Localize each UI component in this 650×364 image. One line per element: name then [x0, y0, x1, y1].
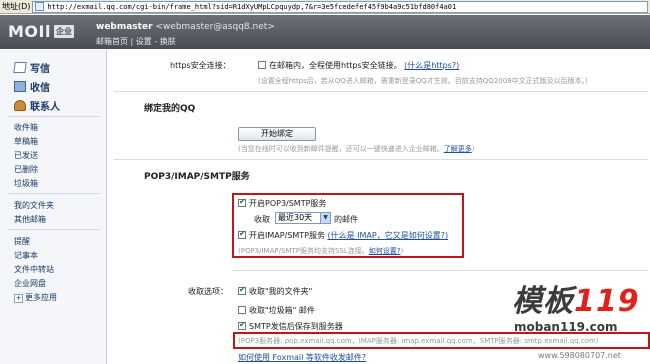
sidebar-item-compose[interactable]: 写信 — [13, 60, 50, 75]
sidebar-item-my-folders[interactable]: 我的文件夹 — [14, 200, 54, 211]
address-bar: 地址(D) http://exmail.qq.com/cgi-bin/frame… — [0, 0, 650, 14]
save-sent-checkbox[interactable] — [238, 320, 246, 330]
receive-label: 收取 — [254, 215, 270, 224]
receive-range-value: 最近30天 — [278, 213, 313, 222]
sidebar-item-cloud-disk[interactable]: 企业网盘 — [14, 278, 46, 289]
sidebar-divider — [8, 116, 100, 117]
https-checkbox[interactable] — [258, 60, 266, 69]
address-input[interactable]: http://exmail.qq.com/cgi-bin/frame_html?… — [32, 0, 648, 13]
pop-option[interactable]: 开启POP3/SMTP服务 — [238, 197, 327, 209]
watermark: 模板119 moban119.com www.598080707.net — [508, 262, 650, 364]
bind-note-text: (当您在线时可以收到新邮件提醒，还可以一键快速进入企业邮箱。 — [238, 145, 444, 153]
sidebar-item-sent[interactable]: 已发送 — [14, 150, 38, 161]
watermark-text: 模板 — [512, 284, 574, 319]
foxmail-help-link-text[interactable]: 如何使用 Foxmail 等软件收发邮件? — [238, 353, 366, 362]
https-label: https安全连接： — [170, 61, 231, 70]
option-junk-label: 收取"垃圾箱" 邮件 — [249, 306, 315, 315]
inbox-icon — [14, 81, 26, 92]
ssl-note-end: ) — [400, 247, 404, 255]
sidebar-item-deleted[interactable]: 已删除 — [14, 164, 38, 175]
bind-note-end: ) — [471, 145, 475, 153]
sidebar-item-contacts[interactable]: 联系人 — [14, 98, 60, 113]
ssl-setup-link[interactable]: 如何设置? — [369, 247, 401, 255]
mail-header: MOIl 企业 webmaster <webmaster@asqq8.net> … — [0, 15, 650, 49]
https-help-link[interactable]: (什么是https?) — [404, 61, 459, 70]
option-my-folders-label: 收取"我的文件夹" — [249, 287, 313, 296]
logo-badge: 企业 — [53, 24, 74, 38]
bind-qq-heading: 绑定我的QQ — [144, 104, 196, 114]
my-folders-checkbox[interactable] — [238, 285, 246, 295]
watermark-number: 119 — [574, 284, 640, 319]
sidebar-item-inbox[interactable]: 收信 — [14, 79, 50, 94]
sidebar-divider — [8, 229, 100, 230]
pop-smtp-heading: POP3/IMAP/SMTP服务 — [144, 172, 250, 182]
header-links[interactable]: 邮箱首页 | 设置 - 换肤 — [96, 36, 176, 47]
imap-checkbox[interactable] — [238, 229, 246, 239]
address-label: 地址(D) — [2, 2, 31, 11]
learn-more-link[interactable]: 了解更多 — [444, 145, 472, 153]
receive-range-select[interactable]: 最近30天 ▼ — [275, 212, 331, 224]
sidebar-item-label: 收信 — [30, 83, 50, 94]
address-url[interactable]: http://exmail.qq.com/cgi-bin/frame_html?… — [47, 3, 456, 11]
account-name: webmaster — [96, 22, 153, 32]
imap-option[interactable]: 开启IMAP/SMTP服务 (什么是 IMAP，它又是如何设置?) — [238, 229, 449, 241]
start-bind-button[interactable]: 开始绑定 — [238, 127, 316, 141]
sidebar-item-drafts[interactable]: 草稿箱 — [14, 136, 38, 147]
compose-icon — [13, 62, 27, 73]
imap-help-link[interactable]: (什么是 IMAP，它又是如何设置?) — [328, 231, 449, 240]
chevron-down-icon[interactable]: ▼ — [320, 213, 330, 223]
bind-note: (当您在线时可以收到新邮件提醒，还可以一键快速进入企业邮箱。了解更多) — [238, 144, 474, 154]
watermark-url: www.598080707.net — [538, 351, 621, 360]
receive-suffix: 的邮件 — [334, 215, 358, 224]
ssl-note: (POP3/IMAP/SMTP服务均支持SSL连接。如何设置?) — [238, 246, 403, 256]
https-option[interactable]: 在邮箱内，全程使用https安全链接。 (什么是https?) — [258, 60, 459, 71]
option-junk[interactable]: 收取"垃圾箱" 邮件 — [238, 305, 315, 316]
sidebar-item-other-mailboxes[interactable]: 其他邮箱 — [14, 214, 46, 225]
sidebar-divider — [8, 193, 100, 194]
ssl-note-text: (POP3/IMAP/SMTP服务均支持SSL连接。 — [238, 247, 369, 255]
receive-options-label: 收取选项： — [188, 287, 228, 296]
section-divider — [114, 91, 648, 92]
https-option-label: 在邮箱内，全程使用https安全链接。 — [269, 61, 402, 70]
option-save-sent-label: SMTP发信后保存到服务器 — [249, 322, 343, 331]
pop-checkbox[interactable] — [238, 197, 246, 207]
account-info: webmaster <webmaster@asqq8.net> — [96, 22, 275, 32]
watermark-logo: 模板119 — [512, 276, 640, 320]
account-email: <webmaster@asqq8.net> — [155, 22, 275, 32]
sidebar-item-junk[interactable]: 垃圾箱 — [14, 178, 38, 189]
section-divider — [114, 159, 648, 160]
imap-option-label: 开启IMAP/SMTP服务 — [249, 231, 325, 240]
option-my-folders[interactable]: 收取"我的文件夹" — [238, 285, 313, 297]
sidebar-item-reminder[interactable]: 提醒 — [14, 236, 30, 247]
sidebar-item-label: 写信 — [30, 64, 50, 75]
page-icon — [35, 2, 45, 11]
foxmail-help-link[interactable]: 如何使用 Foxmail 等软件收发邮件? — [238, 352, 366, 363]
sidebar-item-inbox-folder[interactable]: 收件箱 — [14, 122, 38, 133]
sidebar-item-notepad[interactable]: 记事本 — [14, 250, 38, 261]
sidebar-item-file-transfer[interactable]: 文件中转站 — [14, 264, 54, 275]
watermark-site: moban119.com — [514, 320, 618, 334]
sidebar: 写信 收信 联系人 收件箱 草稿箱 已发送 已删除 垃圾箱 我的文件夹 其他邮箱… — [0, 50, 107, 364]
contacts-icon — [14, 100, 26, 111]
sidebar-item-more-apps[interactable]: 更多应用 — [14, 292, 57, 303]
logo-text: MOIl — [8, 21, 51, 41]
https-note: (设置全程https后，若从QQ进入邮箱，需重新登录QQ才生效。目前支持QQ20… — [258, 77, 588, 85]
junk-checkbox[interactable] — [238, 305, 246, 314]
sidebar-item-label: 联系人 — [30, 102, 60, 113]
option-save-sent[interactable]: SMTP发信后保存到服务器 — [238, 320, 343, 332]
logo[interactable]: MOIl 企业 — [8, 21, 74, 41]
pop-option-label: 开启POP3/SMTP服务 — [249, 199, 327, 208]
